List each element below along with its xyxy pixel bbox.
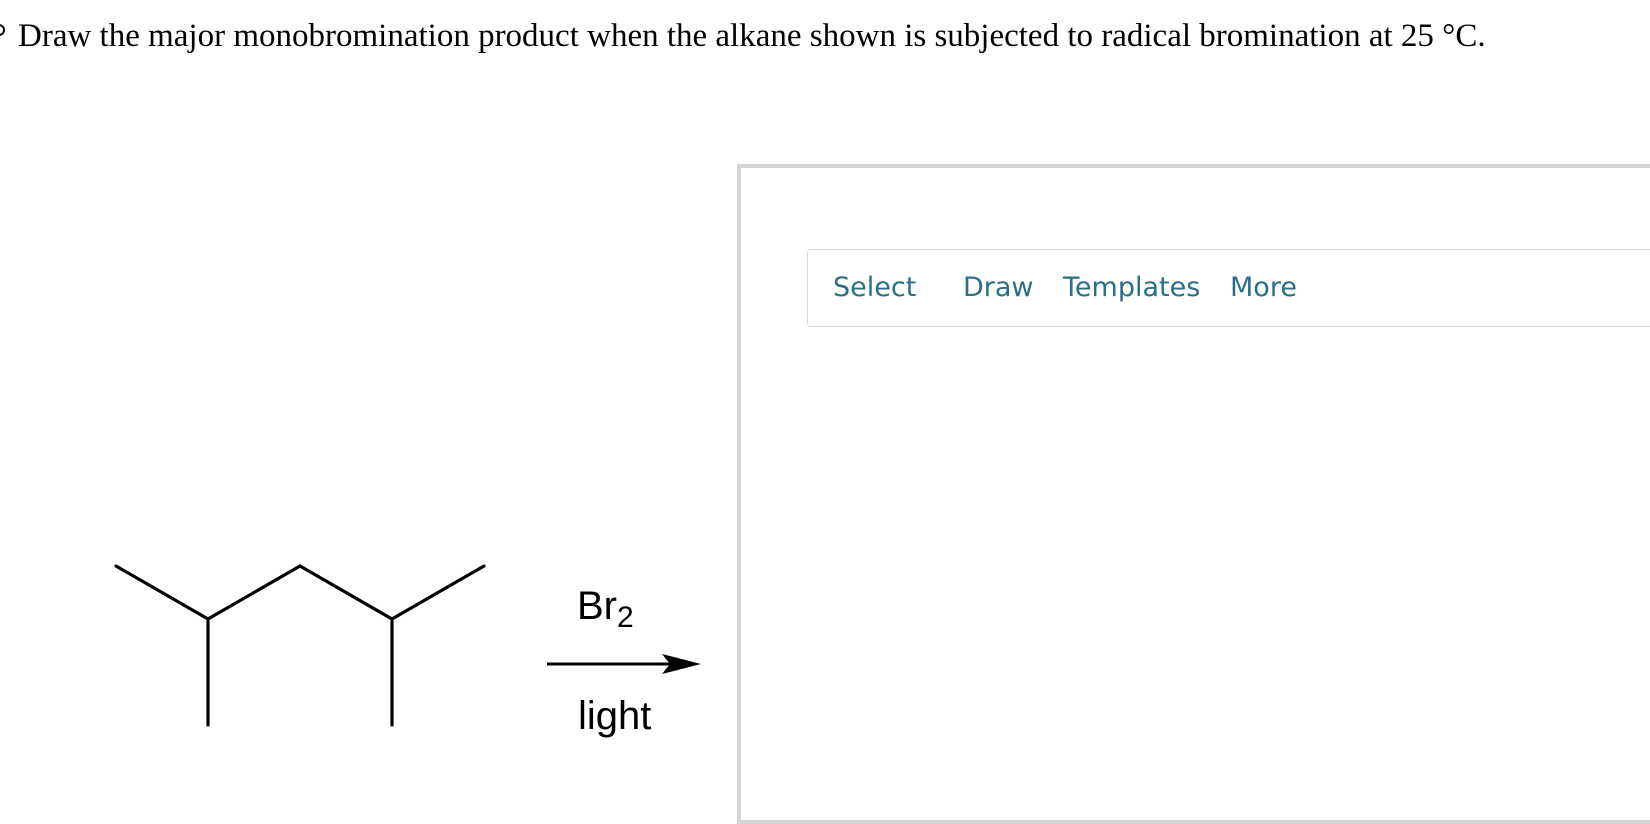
draw-tool-button[interactable]: Draw bbox=[963, 250, 1034, 326]
select-tool-button[interactable]: Select bbox=[833, 250, 916, 326]
templates-tool-button[interactable]: Templates bbox=[1063, 250, 1200, 326]
condition-label: light bbox=[578, 694, 652, 738]
drawing-toolbar: Select Draw Templates More bbox=[807, 249, 1650, 327]
more-tool-button[interactable]: More bbox=[1230, 250, 1297, 326]
reaction-arrow-icon bbox=[547, 654, 701, 674]
